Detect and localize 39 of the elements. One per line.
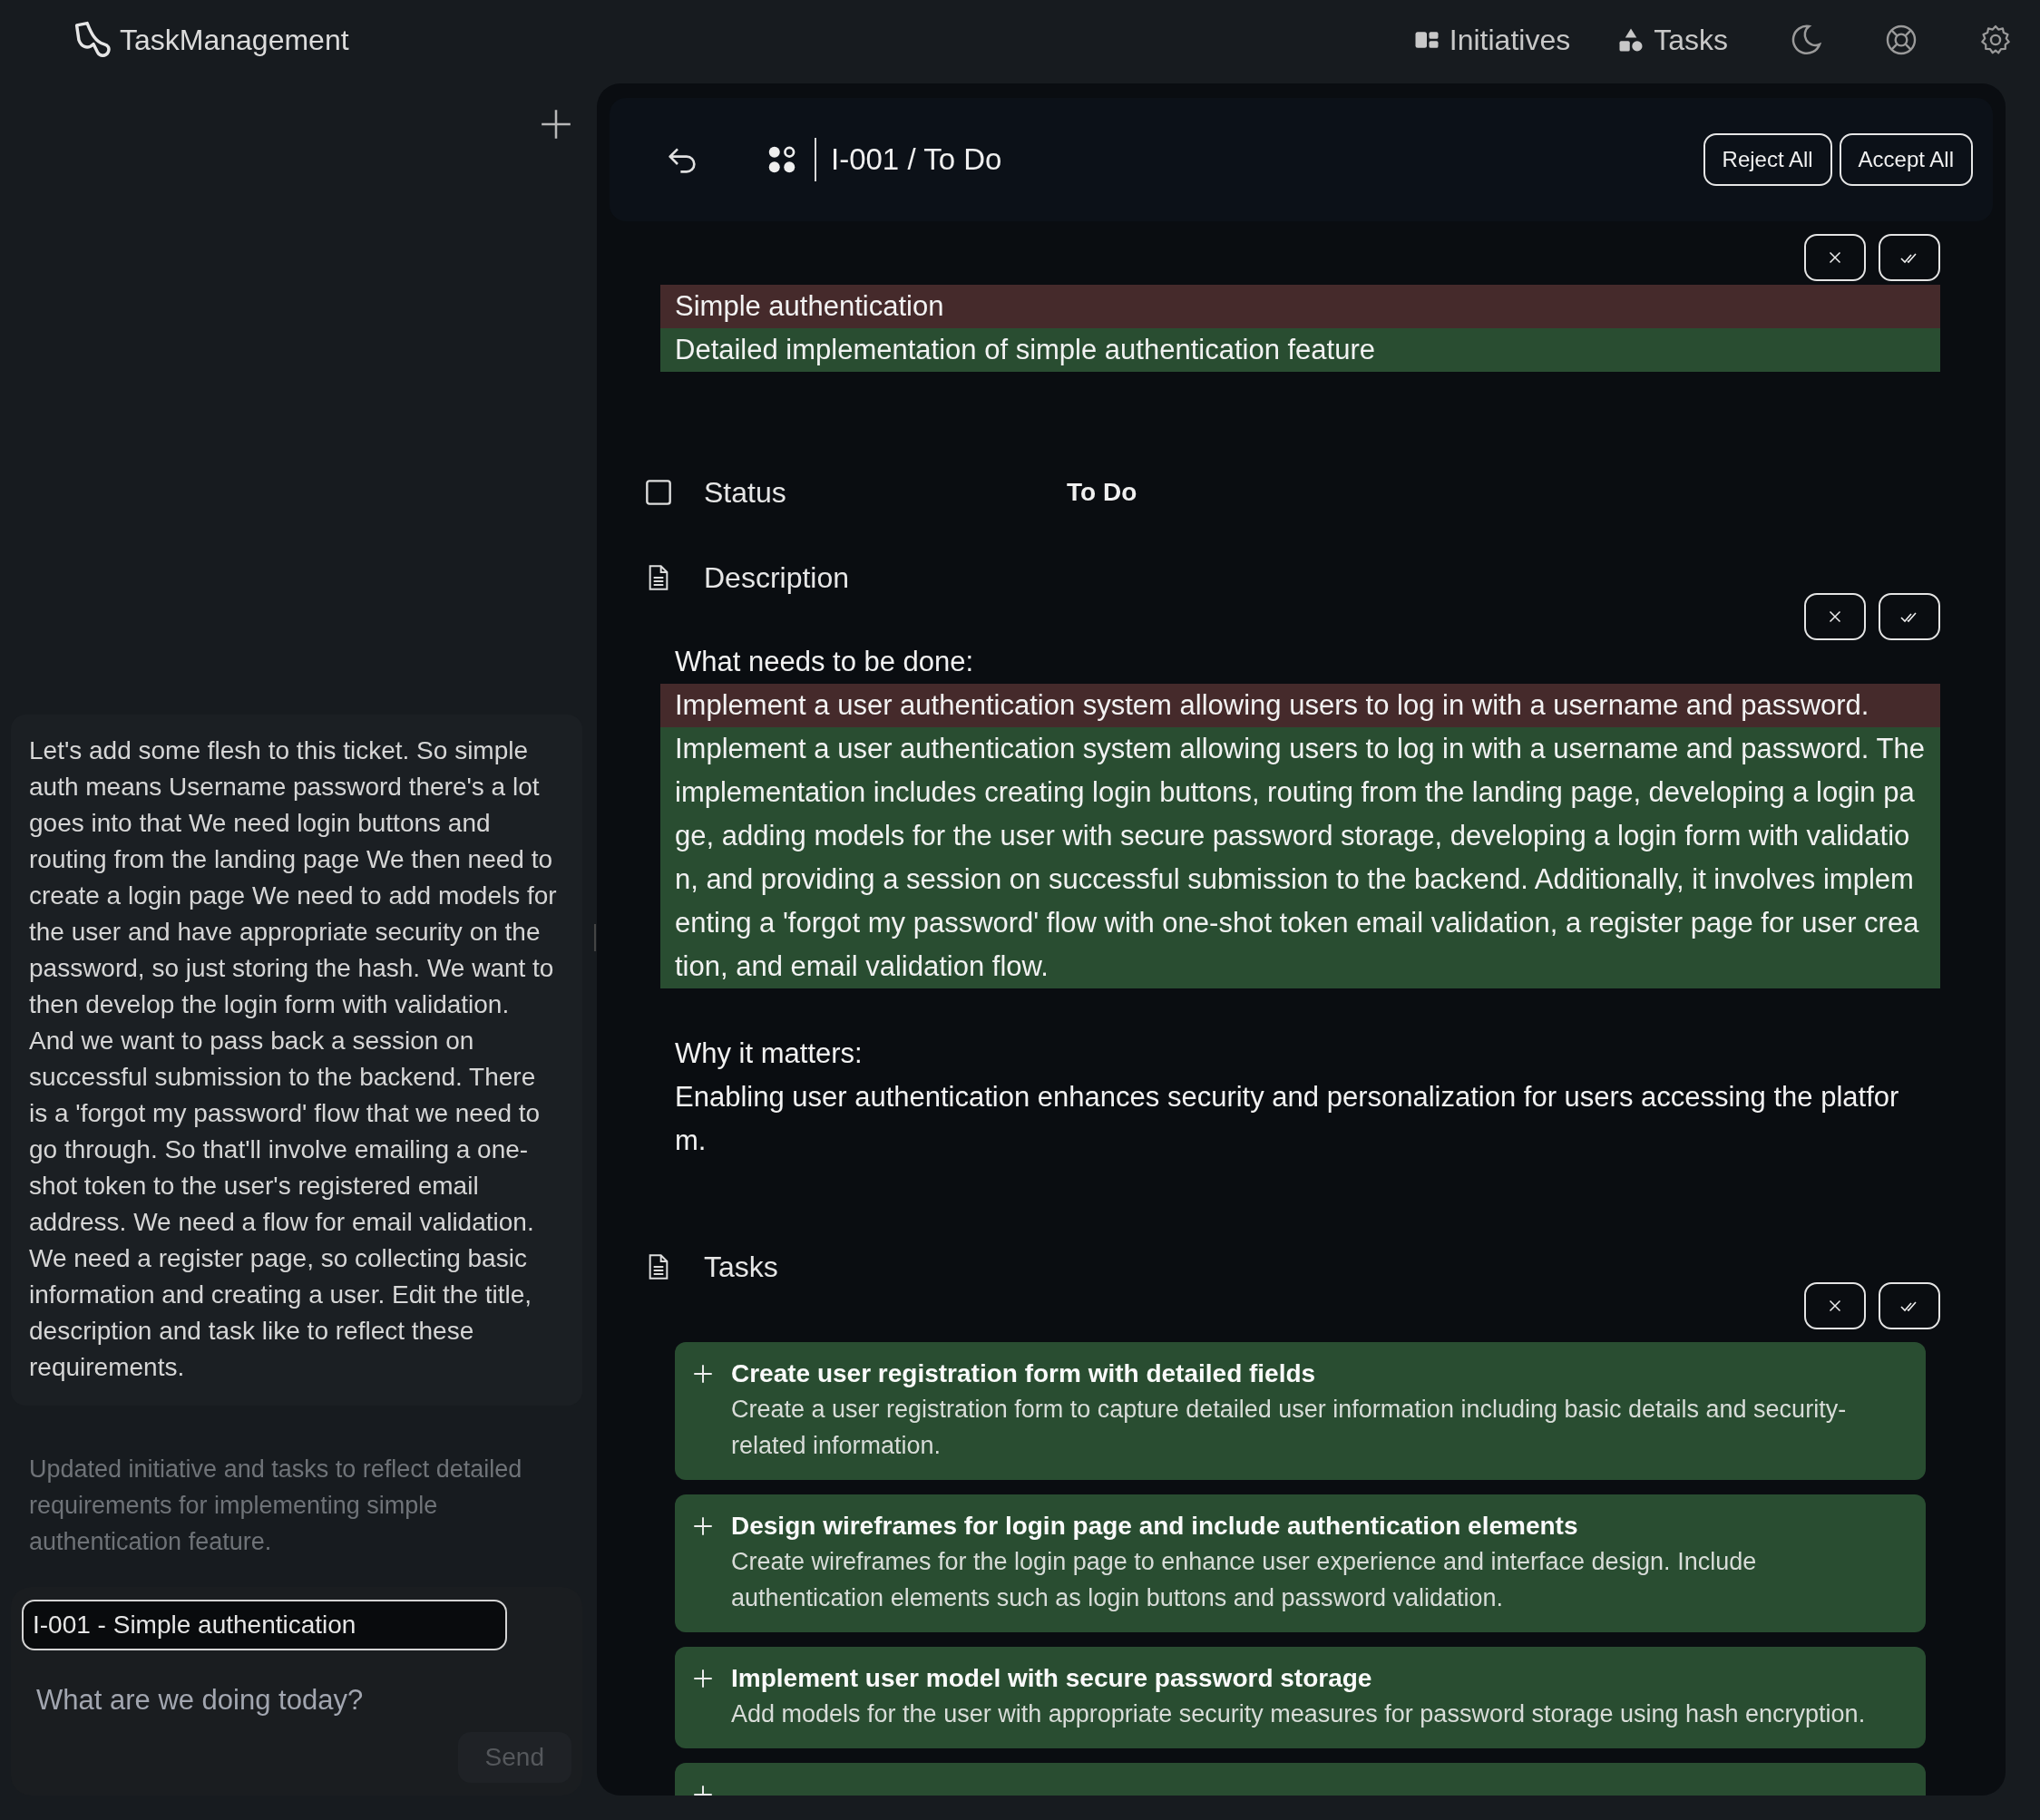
description-line: Why it matters: (674, 1037, 864, 1071)
user-message: Let's add some flesh to this ticket. So simple auth means Username password there's a lot goes into that We need login buttons and routing from the landing page We then need to create a login page We need to add models for the user and have appropriate security on the password, so just storing the hash. We want to then develop the login form with validation. And we want to pass back a session on successful submission to the backend. There is a 'forgot my password' flow that we need to go through. So that'll involve emailing a one-shot token to the user's registered email address. We need a flow for email validation. We need a register page, so collecting basic information and creating a user. Edit the title, description and task like to reflect these requirements. (11, 715, 582, 1406)
accept-button[interactable] (1879, 234, 1940, 281)
task-card[interactable] (675, 1494, 1926, 1632)
task-title: Create user registration form with detailed fields (731, 1358, 1317, 1389)
reject-button[interactable] (1804, 1282, 1866, 1329)
nav-link[interactable]: Initiatives (1412, 23, 1571, 57)
field-label: Status (704, 475, 787, 510)
plus-icon (691, 1667, 715, 1690)
task-title: Design wireframes for login page and include authentication elements (731, 1511, 1579, 1542)
task-title: Implement user model with secure password storage (731, 1663, 1373, 1694)
task-description: Create wireframes for the login page to enhance user experience and interface design. Include authentication elements such as login buttons and password validation. (731, 1547, 1758, 1613)
task-description: Create a user registration form to capture detailed user information including basic details and security-related information. (731, 1395, 1848, 1461)
initiative-field[interactable]: I-001 - Simple authentication (22, 1600, 507, 1650)
accept-button[interactable] (1879, 1282, 1940, 1329)
plus-icon[interactable] (539, 107, 573, 141)
description-line: What needs to be done: (674, 645, 975, 679)
reject-all-button[interactable]: Reject All (1703, 133, 1832, 186)
reject-button[interactable] (1804, 593, 1866, 640)
plus-icon (691, 1514, 715, 1538)
accept-button[interactable] (1879, 593, 1940, 640)
accept-all-button[interactable]: Accept All (1839, 133, 1973, 186)
section-label: Description (704, 560, 850, 595)
assistant-message: Updated initiative and tasks to reflect detailed requirements for implementing simple authentication feature. (28, 1455, 523, 1557)
section-label: Tasks (704, 1250, 778, 1284)
checkbox-icon (644, 478, 673, 507)
resize-handle[interactable] (594, 924, 596, 951)
app-name: TaskManagement (120, 23, 349, 57)
breadcrumb: I-001 / To Do (831, 142, 1002, 177)
description-line: Enabling user authentication enhances security and personalization for users accessing the platform. (674, 1080, 1900, 1158)
reject-button[interactable] (1804, 234, 1866, 281)
message-input[interactable]: What are we doing today? (22, 1678, 571, 1723)
lifebuoy-icon[interactable] (1884, 23, 1918, 57)
task-description: Add models for the user with appropriate security measures for password storage using hash encryption. (731, 1699, 1866, 1729)
task-card[interactable]: Implement user model with secure password storage Add models for the user with appropriate security measures for password storage using hash encryption. (675, 1647, 1926, 1748)
plus-icon (691, 1362, 715, 1386)
nav-link[interactable]: Tasks (1617, 23, 1728, 57)
field-value: To Do (1067, 478, 1138, 507)
task-card[interactable]: Create user registration form with detailed fields Create a user registration form to capture detailed user information including basic details and security-related information. (675, 1342, 1926, 1480)
